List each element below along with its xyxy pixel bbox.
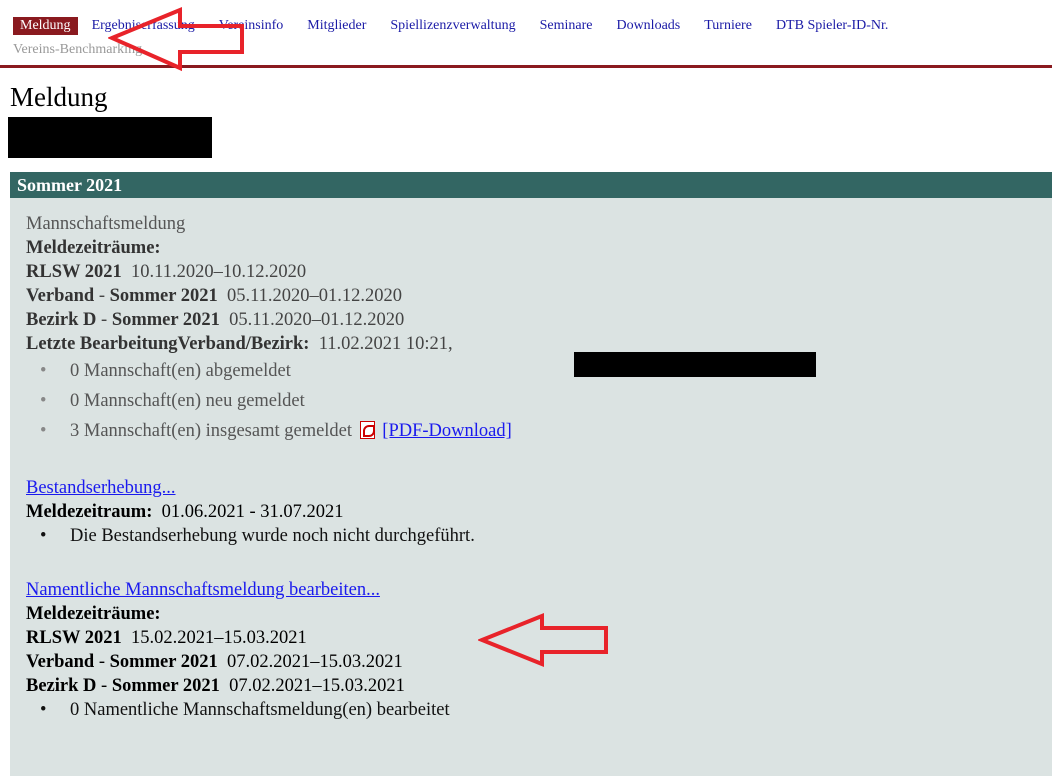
nav-item-spiellizenzverwaltung[interactable]: Spiellizenzverwaltung xyxy=(390,18,515,34)
pdf-download-link[interactable]: [PDF-Download] xyxy=(382,421,512,441)
period-name: Bezirk D xyxy=(26,310,97,330)
pdf-icon[interactable] xyxy=(359,421,375,439)
period-value: 07.02.2021–15.03.2021 xyxy=(229,676,405,696)
last-edit-row: Letzte BearbeitungVerband/Bezirk: 11.02.… xyxy=(26,332,512,356)
list-item: 0 Mannschaft(en) abgemeldet xyxy=(26,356,512,386)
panel-content: Mannschaftsmeldung Meldezeiträume: RLSW … xyxy=(26,212,512,722)
period-row: RLSW 2021 10.11.2020–10.12.2020 xyxy=(26,260,512,284)
period-row: Verband - Sommer 2021 07.02.2021–15.03.2… xyxy=(26,650,512,674)
period-separator: - xyxy=(94,286,110,306)
nav-item-mitglieder[interactable]: Mitglieder xyxy=(307,18,366,34)
annotation-arrow-link xyxy=(478,613,608,667)
period-season: Sommer 2021 xyxy=(109,286,218,306)
meldezeitraeume-label: Meldezeiträume: xyxy=(26,238,161,258)
period-row: Verband - Sommer 2021 05.11.2020–01.12.2… xyxy=(26,284,512,308)
last-edit-value: 11.02.2021 10:21, xyxy=(318,334,453,354)
period-value: 05.11.2020–01.12.2020 xyxy=(229,310,405,330)
period-name: Bezirk D xyxy=(26,676,97,696)
last-edit-label: Letzte BearbeitungVerband/Bezirk: xyxy=(26,334,310,354)
period-value: 07.02.2021–15.03.2021 xyxy=(226,652,403,672)
period-name: RLSW 2021 xyxy=(26,262,122,282)
period-row: RLSW 2021 15.02.2021–15.03.2021 xyxy=(26,626,512,650)
period-row: Bezirk D - Sommer 2021 05.11.2020–01.12.… xyxy=(26,308,512,332)
total-text: 3 Mannschaft(en) insgesamt gemeldet xyxy=(70,421,353,441)
period-season: Sommer 2021 xyxy=(111,676,220,696)
nav-item-meldung[interactable]: Meldung xyxy=(13,17,78,35)
period-name: Verband xyxy=(26,652,95,672)
period-name: Verband xyxy=(26,286,95,306)
list-item: Die Bestandserhebung wurde noch nicht du… xyxy=(26,524,512,548)
nav-item-turniere[interactable]: Turniere xyxy=(704,18,752,34)
period-separator: - xyxy=(96,676,112,696)
period-separator: - xyxy=(96,310,112,330)
namentlich-link-row: Namentliche Mannschaftsmeldung bearbeite… xyxy=(26,578,512,602)
meldezeitraum-value: 01.06.2021 - 31.07.2021 xyxy=(161,502,344,522)
period-separator: - xyxy=(94,652,110,672)
period-season: Sommer 2021 xyxy=(109,652,218,672)
bestand-period-row: Meldezeitraum: 01.06.2021 - 31.07.2021 xyxy=(26,500,512,524)
redacted-block xyxy=(8,117,212,158)
period-season: Sommer 2021 xyxy=(111,310,220,330)
page-title: Meldung xyxy=(10,82,108,112)
period-value: 15.02.2021–15.03.2021 xyxy=(131,628,307,648)
list-item-total: 3 Mannschaft(en) insgesamt gemeldet [PDF… xyxy=(26,416,512,446)
bestand-link-row: Bestandserhebung... xyxy=(26,476,512,500)
mannschaftsmeldung-title: Mannschaftsmeldung xyxy=(26,214,186,234)
nav-item-downloads[interactable]: Downloads xyxy=(616,18,680,34)
period-row: Bezirk D - Sommer 2021 07.02.2021–15.03.… xyxy=(26,674,512,698)
list-item: 0 Namentliche Mannschaftsmeldung(en) bea… xyxy=(26,698,512,722)
nav-item-seminare[interactable]: Seminare xyxy=(540,18,593,34)
meldezeitraeume-label: Meldezeiträume: xyxy=(26,604,161,624)
redacted-name xyxy=(574,352,816,377)
namentliche-mannschaftsmeldung-link[interactable]: Namentliche Mannschaftsmeldung bearbeite… xyxy=(26,580,380,600)
period-value: 10.11.2020–10.12.2020 xyxy=(131,262,307,282)
section-header: Sommer 2021 xyxy=(10,172,1052,198)
nav-item-dtb-spieler-id[interactable]: DTB Spieler-ID-Nr. xyxy=(776,18,888,34)
period-name: RLSW 2021 xyxy=(26,628,122,648)
meldezeitraum-label: Meldezeitraum: xyxy=(26,502,153,522)
bestandserhebung-link[interactable]: Bestandserhebung... xyxy=(26,478,176,498)
season-panel: Sommer 2021 Mannschaftsmeldung Meldezeit… xyxy=(10,172,1052,776)
annotation-arrow-nav xyxy=(108,7,244,72)
list-item: 0 Mannschaft(en) neu gemeldet xyxy=(26,386,512,416)
period-value: 05.11.2020–01.12.2020 xyxy=(226,286,403,306)
